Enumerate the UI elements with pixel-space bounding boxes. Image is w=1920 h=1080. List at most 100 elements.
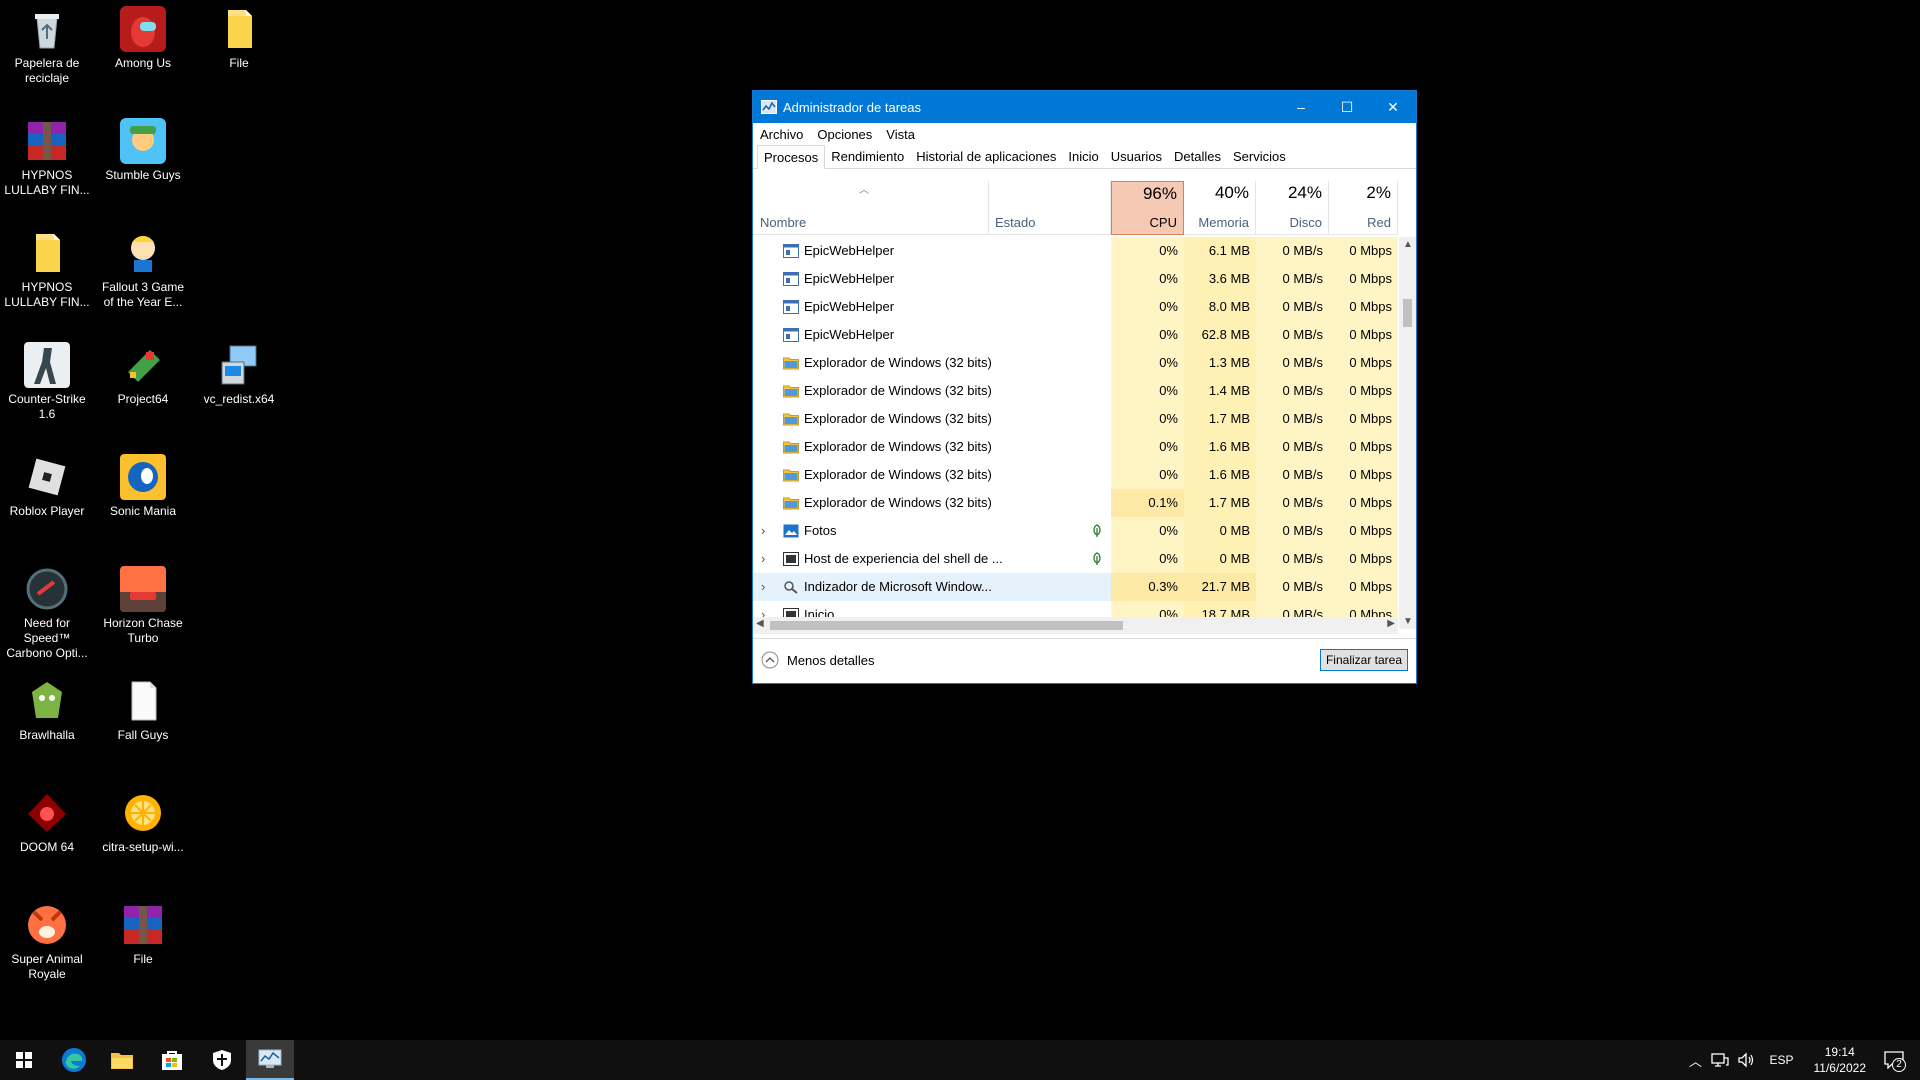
process-row[interactable]: EpicWebHelper 0% 3.6 MB 0 MB/s 0 Mbps — [753, 265, 1398, 293]
process-row[interactable]: › Fotos 0% 0 MB 0 MB/s 0 Mbps — [753, 517, 1398, 545]
chevron-right-icon[interactable]: › — [761, 517, 765, 545]
chevron-right-icon[interactable]: › — [761, 545, 765, 573]
column-header-status[interactable]: Estado — [989, 181, 1111, 235]
clock[interactable]: 19:14 11/6/2022 — [1814, 1044, 1867, 1076]
process-row[interactable]: Explorador de Windows (32 bits) 0.1% 1.7… — [753, 489, 1398, 517]
disk-cell: 0 MB/s — [1256, 489, 1329, 517]
desktop-icon-among-us[interactable]: Among Us — [96, 0, 190, 110]
desktop-icon-hypnos-archive[interactable]: HYPNOS LULLABY FIN... — [0, 112, 94, 222]
desktop-icon-sonic-mania[interactable]: Sonic Mania — [96, 448, 190, 558]
desktop-icon-citra-setup[interactable]: citra-setup-wi... — [96, 784, 190, 894]
maximize-button[interactable]: ☐ — [1324, 91, 1370, 123]
taskbar-security[interactable] — [198, 1040, 246, 1080]
menu-archivo[interactable]: Archivo — [753, 127, 810, 142]
memory-total-percent: 40% — [1214, 183, 1249, 202]
desktop-icon-super-animal-royale[interactable]: Super Animal Royale — [0, 896, 94, 1006]
tab-inicio[interactable]: Inicio — [1062, 145, 1104, 168]
network-cell: 0 Mbps — [1329, 293, 1398, 321]
desktop-icon-counter-strike[interactable]: Counter-Strike 1.6 — [0, 336, 94, 446]
desktop-icon-hypnos-folder[interactable]: HYPNOS LULLABY FIN... — [0, 224, 94, 334]
process-name: Explorador de Windows (32 bits) — [804, 495, 992, 510]
tab-usuarios[interactable]: Usuarios — [1105, 145, 1168, 168]
folder-icon — [783, 413, 799, 426]
desktop-icon-fall-guys[interactable]: Fall Guys — [96, 672, 190, 782]
disk-cell: 0 MB/s — [1256, 377, 1329, 405]
process-row[interactable]: Explorador de Windows (32 bits) 0% 1.7 M… — [753, 405, 1398, 433]
vertical-scrollbar[interactable]: ▲ ▼ — [1399, 237, 1416, 629]
taskbar-file-explorer[interactable] — [98, 1040, 146, 1080]
column-header-network[interactable]: 2% Red — [1329, 181, 1398, 235]
menu-opciones[interactable]: Opciones — [810, 127, 879, 142]
menu-vista[interactable]: Vista — [879, 127, 922, 142]
process-rows: EpicWebHelper 0% 6.1 MB 0 MB/s 0 Mbps Ep… — [753, 237, 1398, 629]
show-hidden-icons-chevron-icon[interactable]: ︿ — [1683, 1051, 1707, 1070]
desktop-icon-recycle-bin[interactable]: Papelera de reciclaje — [0, 0, 94, 110]
process-row[interactable]: › Host de experiencia del shell de ... 0… — [753, 545, 1398, 573]
column-header-memory[interactable]: 40% Memoria — [1184, 181, 1256, 235]
tab-detalles[interactable]: Detalles — [1168, 145, 1227, 168]
chevron-right-icon[interactable]: › — [761, 573, 765, 601]
scroll-thumb-horizontal[interactable] — [770, 621, 1123, 630]
desktop-icon-stumble-guys[interactable]: Stumble Guys — [96, 112, 190, 222]
tab-historial-aplicaciones[interactable]: Historial de aplicaciones — [910, 145, 1062, 168]
taskbar-task-manager-active[interactable] — [246, 1040, 294, 1080]
taskbar-store[interactable] — [148, 1040, 196, 1080]
process-row-highlighted[interactable]: › Indizador de Microsoft Window... 0.3% … — [753, 573, 1398, 601]
process-row[interactable]: Explorador de Windows (32 bits) 0% 1.6 M… — [753, 461, 1398, 489]
column-header-name[interactable]: ︿ Nombre — [753, 181, 989, 235]
process-row[interactable]: Explorador de Windows (32 bits) 0% 1.4 M… — [753, 377, 1398, 405]
horizon-chase-icon — [120, 566, 166, 612]
horizontal-scrollbar[interactable]: ◀ ▶ — [753, 617, 1398, 634]
minimize-button[interactable]: – — [1278, 91, 1324, 123]
taskbar-edge[interactable] — [50, 1040, 98, 1080]
process-row[interactable]: Explorador de Windows (32 bits) 0% 1.6 M… — [753, 433, 1398, 461]
brawlhalla-icon — [32, 682, 62, 718]
network-icon[interactable] — [1711, 1052, 1730, 1068]
process-row[interactable]: EpicWebHelper 0% 8.0 MB 0 MB/s 0 Mbps — [753, 293, 1398, 321]
action-center-button[interactable]: 2 — [1876, 1040, 1912, 1080]
end-task-button[interactable]: Finalizar tarea — [1319, 649, 1408, 671]
menu-bar: Archivo Opciones Vista — [753, 123, 1416, 145]
process-row[interactable]: EpicWebHelper 0% 62.8 MB 0 MB/s 0 Mbps — [753, 321, 1398, 349]
less-details-toggle[interactable]: Menos detalles — [761, 651, 874, 669]
desktop-icon-label: Horizon Chase Turbo — [103, 616, 183, 645]
tab-servicios[interactable]: Servicios — [1227, 145, 1292, 168]
desktop-icon-vc-redist[interactable]: vc_redist.x64 — [192, 336, 286, 446]
tab-rendimiento[interactable]: Rendimiento — [825, 145, 910, 168]
folder-icon — [36, 234, 60, 272]
desktop-icon-file-archive[interactable]: File — [96, 896, 190, 1006]
scroll-right-arrow-icon[interactable]: ▶ — [1387, 618, 1395, 629]
start-button[interactable] — [0, 1040, 48, 1080]
counter-strike-icon — [24, 342, 70, 388]
process-row[interactable]: EpicWebHelper 0% 6.1 MB 0 MB/s 0 Mbps — [753, 237, 1398, 265]
input-language[interactable]: ESP — [1769, 1053, 1793, 1067]
shell-host-icon — [783, 552, 799, 566]
desktop-icon-fallout-3[interactable]: Fallout 3 Game of the Year E... — [96, 224, 190, 334]
desktop-icon-file[interactable]: File — [192, 0, 286, 110]
desktop-icon-roblox[interactable]: Roblox Player — [0, 448, 94, 558]
scroll-left-arrow-icon[interactable]: ◀ — [756, 618, 764, 629]
desktop-icon-project64[interactable]: Project64 — [96, 336, 190, 446]
cpu-cell: 0% — [1111, 461, 1184, 489]
memory-cell: 6.1 MB — [1184, 237, 1256, 265]
memory-cell: 1.4 MB — [1184, 377, 1256, 405]
desktop-icon-doom-64[interactable]: DOOM 64 — [0, 784, 94, 894]
column-header-disk[interactable]: 24% Disco — [1256, 181, 1329, 235]
desktop-icon-nfs-carbono[interactable]: Need for Speed™ Carbono Opti... — [0, 560, 94, 670]
desktop-icon-horizon-chase[interactable]: Horizon Chase Turbo — [96, 560, 190, 670]
windows-logo-icon — [16, 1052, 32, 1068]
memory-cell: 1.6 MB — [1184, 461, 1256, 489]
column-header-cpu[interactable]: 96% CPU — [1111, 181, 1184, 235]
volume-icon[interactable] — [1737, 1052, 1755, 1068]
close-button[interactable]: ✕ — [1370, 91, 1416, 123]
scroll-thumb-vertical[interactable] — [1403, 299, 1412, 327]
desktop-icon-brawlhalla[interactable]: Brawlhalla — [0, 672, 94, 782]
process-name: EpicWebHelper — [804, 299, 895, 314]
title-bar[interactable]: Administrador de tareas – ☐ ✕ — [753, 91, 1416, 123]
file-explorer-icon — [111, 1053, 133, 1069]
task-manager-window[interactable]: Administrador de tareas – ☐ ✕ Archivo Op… — [752, 90, 1417, 684]
tab-procesos[interactable]: Procesos — [757, 145, 826, 169]
scroll-down-arrow-icon[interactable]: ▼ — [1403, 616, 1413, 627]
process-row[interactable]: Explorador de Windows (32 bits) 0% 1.3 M… — [753, 349, 1398, 377]
scroll-up-arrow-icon[interactable]: ▲ — [1403, 239, 1413, 250]
